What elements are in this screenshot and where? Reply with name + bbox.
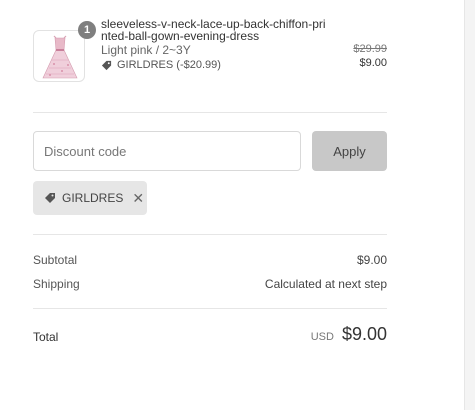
discounted-price: $9.00 — [359, 57, 387, 69]
original-price: $29.99 — [353, 43, 387, 55]
currency-code: USD — [310, 331, 334, 343]
total-value: $9.00 — [341, 324, 387, 344]
apply-button[interactable]: Apply — [312, 131, 387, 171]
shipping-label: Shipping — [33, 277, 80, 291]
quantity-badge: 1 — [78, 21, 96, 39]
total-label: Total — [33, 330, 59, 344]
tag-icon — [101, 60, 112, 70]
divider — [33, 112, 387, 113]
product-name: sleeveless-v-neck-lace-up-back-chiffon-p… — [101, 17, 326, 43]
product-discount-label: GIRLDRES (-$20.99) — [117, 59, 221, 71]
subtotal-value: $9.00 — [356, 253, 387, 267]
tag-icon — [45, 193, 55, 203]
total-row: Total USD $9.00 — [33, 324, 387, 348]
divider — [33, 234, 387, 235]
applied-code-label: GIRLDRES — [62, 191, 124, 205]
divider — [33, 308, 387, 309]
product-discount: GIRLDRES (-$20.99) — [101, 58, 331, 72]
subtotal-label: Subtotal — [33, 253, 78, 267]
close-icon[interactable]: ✕ — [132, 190, 144, 207]
cart-line-item: 1 sleeveless-v-neck-lace-up-back-chiffon… — [33, 18, 387, 100]
product-prices: $29.99 $9.00 — [353, 42, 387, 70]
discount-code-input[interactable] — [33, 131, 301, 171]
sidebar-edge — [464, 0, 475, 410]
pink-dress-image — [42, 35, 78, 79]
product-info: sleeveless-v-neck-lace-up-back-chiffon-p… — [101, 18, 331, 72]
shipping-value: Calculated at next step — [264, 277, 387, 291]
product-variant: Light pink / 2~3Y — [101, 43, 191, 57]
applied-discount-tag: GIRLDRES ✕ — [33, 181, 147, 215]
product-thumbnail — [33, 30, 85, 82]
